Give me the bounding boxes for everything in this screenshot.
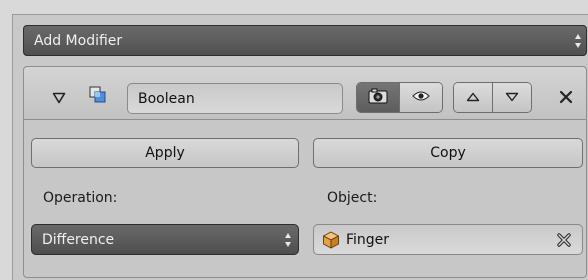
object-value: Finger bbox=[346, 231, 390, 248]
render-toggle-button[interactable] bbox=[357, 83, 399, 112]
apply-label: Apply bbox=[145, 145, 185, 161]
apply-button[interactable]: Apply bbox=[31, 138, 299, 168]
modifier-name-value: Boolean bbox=[138, 90, 195, 107]
boolean-modifier-icon bbox=[89, 86, 107, 104]
eye-icon bbox=[412, 90, 430, 106]
move-modifier-group bbox=[453, 82, 532, 113]
operation-label: Operation: bbox=[43, 190, 118, 206]
updown-arrows-icon bbox=[284, 231, 292, 249]
close-icon[interactable] bbox=[558, 89, 574, 105]
add-modifier-label: Add Modifier bbox=[34, 32, 123, 49]
viewport-toggle-button[interactable] bbox=[399, 83, 442, 112]
move-up-button[interactable] bbox=[454, 83, 492, 112]
copy-label: Copy bbox=[430, 145, 466, 161]
add-modifier-dropdown[interactable]: Add Modifier bbox=[23, 25, 587, 56]
operation-dropdown[interactable]: Difference bbox=[31, 224, 299, 255]
camera-icon bbox=[368, 88, 388, 108]
move-up-icon bbox=[466, 90, 480, 106]
operation-value: Difference bbox=[42, 231, 115, 248]
cube-icon bbox=[322, 231, 340, 249]
object-label: Object: bbox=[327, 190, 378, 206]
updown-arrows-icon bbox=[574, 32, 582, 50]
move-down-button[interactable] bbox=[492, 83, 531, 112]
copy-button[interactable]: Copy bbox=[313, 138, 583, 168]
object-field[interactable]: Finger bbox=[313, 224, 583, 255]
move-down-icon bbox=[505, 90, 519, 106]
clear-icon[interactable] bbox=[556, 232, 572, 248]
modifier-name-field[interactable]: Boolean bbox=[127, 83, 343, 114]
triangle-down-icon[interactable] bbox=[52, 92, 66, 104]
render-toggle-group bbox=[356, 82, 443, 113]
